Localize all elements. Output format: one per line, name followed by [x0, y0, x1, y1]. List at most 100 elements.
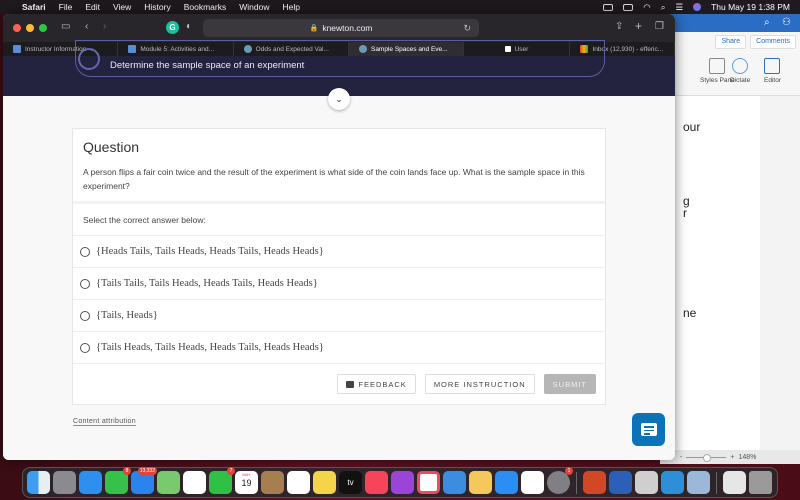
feedback-icon: [346, 380, 355, 388]
spotlight-icon[interactable]: ⌕: [661, 2, 666, 13]
answer-choice[interactable]: {Tails, Heads}: [73, 300, 605, 332]
zoom-level: 148%: [738, 453, 757, 461]
twitter-icon[interactable]: [661, 471, 684, 494]
menu-help[interactable]: Help: [282, 2, 299, 12]
radio-button[interactable]: [80, 278, 90, 289]
system-preferences-icon[interactable]: 1: [547, 467, 573, 494]
menu-safari[interactable]: Safari: [22, 2, 46, 12]
document-page[interactable]: our g r ne: [670, 96, 760, 451]
menu-history[interactable]: History: [144, 2, 170, 12]
word-icon[interactable]: [609, 471, 632, 494]
search-icon[interactable]: ⌕: [764, 17, 770, 28]
maps-icon[interactable]: [157, 471, 180, 494]
control-center-icon[interactable]: ☰: [675, 2, 683, 13]
screen-record-icon[interactable]: [603, 3, 614, 11]
music-icon[interactable]: [365, 471, 388, 494]
dictate-button[interactable]: Dictate: [730, 58, 750, 84]
podcasts-icon[interactable]: [391, 471, 414, 494]
app-store-icon[interactable]: [495, 471, 518, 494]
address-bar[interactable]: 🔒 knewton.com ↻: [203, 19, 479, 37]
content-attribution-link[interactable]: Content attribution: [73, 418, 136, 426]
radio-button[interactable]: [80, 246, 90, 257]
launchpad-icon[interactable]: [53, 471, 76, 494]
powerpoint-icon[interactable]: [583, 471, 606, 494]
reload-icon[interactable]: ↻: [463, 23, 471, 34]
word-statusbar: - + 148%: [660, 450, 800, 464]
radio-button[interactable]: [80, 310, 90, 321]
more-instruction-button[interactable]: MORE INSTRUCTION: [424, 374, 535, 394]
answer-choice[interactable]: {Tails Tails, Tails Heads, Heads Tails, …: [73, 268, 605, 300]
keynote-icon[interactable]: [443, 471, 466, 494]
share-icon[interactable]: ⇪: [615, 21, 623, 32]
zoom-in-button[interactable]: +: [730, 454, 734, 461]
facetime-icon[interactable]: 7: [209, 467, 235, 494]
expand-chevron-button[interactable]: ⌄: [328, 88, 350, 110]
finder-icon[interactable]: [27, 471, 50, 494]
share-people-icon[interactable]: ⚇: [782, 17, 791, 28]
battery-icon[interactable]: [623, 3, 634, 11]
menu-edit[interactable]: Edit: [85, 2, 100, 12]
browser-toolbar: ▭ ‹ › G ◐ 🔒 knewton.com ↻ ⇪ + ❐: [3, 14, 675, 42]
question-title: Question: [83, 139, 140, 155]
word-window: ⌕ ⚇ Share Comments Styles Pane Dictate E…: [660, 14, 800, 464]
back-button[interactable]: ‹: [85, 21, 88, 32]
notes-icon[interactable]: [313, 471, 336, 494]
printer-icon[interactable]: [635, 471, 658, 494]
editor-pen-icon: [764, 58, 781, 74]
siri-icon[interactable]: [693, 3, 702, 11]
minimize-window-button[interactable]: [26, 24, 34, 32]
chat-button[interactable]: [632, 413, 665, 446]
radio-button[interactable]: [80, 342, 90, 353]
objective-text: Determine the sample space of an experim…: [110, 60, 305, 71]
knewton-icon: [13, 45, 21, 53]
comments-button[interactable]: Comments: [750, 35, 796, 49]
menu-bookmarks[interactable]: Bookmarks: [184, 2, 227, 12]
forward-button[interactable]: ›: [103, 21, 106, 32]
sidebar-toggle-icon[interactable]: ▭: [61, 21, 70, 32]
share-button[interactable]: Share: [715, 35, 747, 49]
question-card: Question A person flips a fair coin twic…: [72, 128, 606, 405]
privacy-shield-icon[interactable]: ◐: [186, 21, 192, 32]
url-text: knewton.com: [322, 23, 373, 33]
photos-icon[interactable]: [183, 471, 206, 494]
editor-button[interactable]: Editor: [764, 58, 781, 84]
main-content: Question A person flips a fair coin twic…: [3, 96, 675, 460]
lock-icon: 🔒: [309, 25, 319, 32]
preview-icon[interactable]: [687, 471, 710, 494]
calendar-icon[interactable]: 19: [235, 471, 258, 494]
menu-view[interactable]: View: [113, 2, 131, 12]
messages-icon[interactable]: 8: [105, 467, 131, 494]
dock-separator: [576, 471, 577, 494]
contacts-icon[interactable]: [261, 471, 284, 494]
answer-choice[interactable]: {Tails Heads, Tails Heads, Heads Tails, …: [73, 332, 605, 364]
zoom-window-button[interactable]: [39, 24, 47, 32]
submit-button[interactable]: SUBMIT: [543, 374, 596, 394]
close-window-button[interactable]: [13, 24, 21, 32]
microphone-icon: [732, 58, 749, 74]
news-icon[interactable]: [417, 471, 440, 494]
numbers-icon[interactable]: [521, 471, 544, 494]
grammarly-extension-icon[interactable]: G: [166, 21, 179, 34]
apple-tv-icon[interactable]: tv: [339, 471, 362, 494]
clock[interactable]: Thu May 19 1:38 PM: [711, 2, 790, 12]
dock: 8 13,332 7 19 tv 1: [22, 467, 778, 498]
safari-icon[interactable]: [79, 471, 102, 494]
reminders-icon[interactable]: [287, 471, 310, 494]
menu-file[interactable]: File: [59, 2, 73, 12]
downloads-stack-icon[interactable]: [723, 471, 746, 494]
styles-pane-icon: [709, 58, 726, 74]
mail-icon[interactable]: 13,332: [131, 467, 157, 494]
answer-choice[interactable]: {Heads Tails, Tails Heads, Heads Tails, …: [73, 236, 605, 268]
menu-window[interactable]: Window: [239, 2, 269, 12]
zoom-slider[interactable]: [686, 453, 727, 462]
safari-window: ▭ ‹ › G ◐ 🔒 knewton.com ↻ ⇪ + ❐ Instruct…: [3, 14, 675, 460]
trash-icon[interactable]: [749, 471, 772, 494]
feedback-button[interactable]: FEEDBACK: [337, 374, 416, 394]
objective-box: [75, 40, 605, 77]
menu-bar: Safari File Edit View History Bookmarks …: [0, 0, 800, 14]
pages-icon[interactable]: [469, 471, 492, 494]
tab-overview-icon[interactable]: ❐: [655, 21, 664, 32]
new-tab-icon[interactable]: +: [635, 19, 642, 33]
wifi-icon[interactable]: ◠: [643, 2, 650, 13]
zoom-out-button[interactable]: -: [680, 454, 682, 461]
